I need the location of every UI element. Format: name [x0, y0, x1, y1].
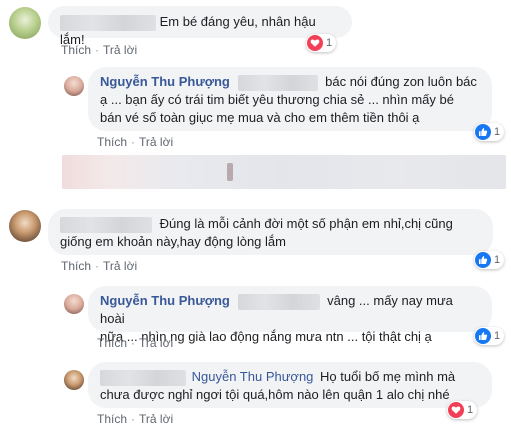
comment-text: Đúng là mỗi cảnh đời một số phận em nhỉ,… [159, 216, 453, 231]
thumbs-up-icon [475, 124, 491, 140]
mention-link[interactable]: Nguyễn Thu Phượng [192, 369, 314, 384]
reaction-count[interactable]: 1 [306, 34, 337, 52]
like-button[interactable]: Thích [97, 412, 127, 426]
comment-text: bác nói đúng zon luôn bác [325, 74, 477, 89]
like-button[interactable]: Thích [61, 259, 91, 273]
reaction-count-label: 1 [494, 254, 501, 266]
comment-bubble: Đúng là mỗi cảnh đời một số phận em nhỉ,… [48, 209, 493, 255]
redacted-text [237, 74, 318, 91]
avatar[interactable] [64, 370, 84, 390]
comment-text: Họ tuổi bố mẹ mình mà [320, 369, 456, 384]
comment-actions: Thích · Trả lời [97, 412, 174, 426]
comment-text: giống em khoản này,hay động lòng lắm [60, 234, 286, 249]
reaction-count-label: 1 [326, 37, 333, 49]
comment-actions: Thích · Trả lời [97, 135, 174, 149]
reaction-count-label: 1 [494, 126, 501, 138]
reaction-count-label: 1 [494, 330, 501, 342]
reaction-count-label: 1 [467, 404, 474, 416]
avatar[interactable] [9, 210, 41, 242]
comment-bubble: Nguyễn Thu Phượng Họ tuổi bố mẹ mình mà … [88, 362, 492, 408]
reaction-count[interactable]: 1 [474, 327, 505, 345]
heart-icon [307, 35, 323, 51]
like-button[interactable]: Thích [97, 135, 127, 149]
avatar[interactable] [9, 7, 41, 39]
reply-button[interactable]: Trả lời [103, 43, 137, 57]
like-button[interactable]: Thích [97, 336, 127, 350]
redacted-author-name [60, 216, 152, 233]
author-name-link[interactable]: Nguyễn Thu Phượng [100, 293, 230, 308]
reply-button[interactable]: Trả lời [139, 135, 173, 149]
comment-bubble: Nguyễn Thu Phượng vâng ... mấy nay mưa h… [88, 286, 492, 344]
redacted-author-name [60, 14, 156, 31]
reply-button[interactable]: Trả lời [139, 336, 173, 350]
reply-button[interactable]: Trả lời [139, 412, 173, 426]
like-button[interactable]: Thích [61, 43, 91, 57]
comment-actions: Thích · Trả lời [61, 259, 138, 273]
thumbs-up-icon [475, 328, 491, 344]
author-name-link[interactable]: Nguyễn Thu Phượng [100, 74, 230, 89]
avatar[interactable] [64, 76, 84, 96]
comment-text: bán vé số toàn giục mẹ mua và cho em thê… [100, 110, 420, 125]
comment-bubble: Nguyễn Thu Phượng bác nói đúng zon luôn … [88, 67, 492, 131]
reaction-count[interactable]: 1 [447, 401, 478, 419]
heart-icon [448, 402, 464, 418]
reply-button[interactable]: Trả lời [103, 259, 137, 273]
avatar[interactable] [64, 294, 84, 314]
reaction-count[interactable]: 1 [474, 123, 505, 141]
redacted-comment [62, 155, 506, 189]
redacted-author-name [100, 369, 186, 386]
redacted-text [237, 293, 320, 310]
reaction-count[interactable]: 1 [474, 251, 505, 269]
comment-text: ạ ... bạn ấy có trái tim biết yêu thương… [100, 92, 454, 107]
comment-bubble: Em bé đáng yêu, nhân hậu lắm! [48, 6, 352, 47]
thumbs-up-icon [475, 252, 491, 268]
comment-actions: Thích · Trả lời [61, 43, 138, 57]
comment-text: chưa được nghỉ ngơi tội quá,hôm nào lên … [100, 387, 450, 402]
comment-actions: Thích · Trả lời [97, 336, 174, 350]
